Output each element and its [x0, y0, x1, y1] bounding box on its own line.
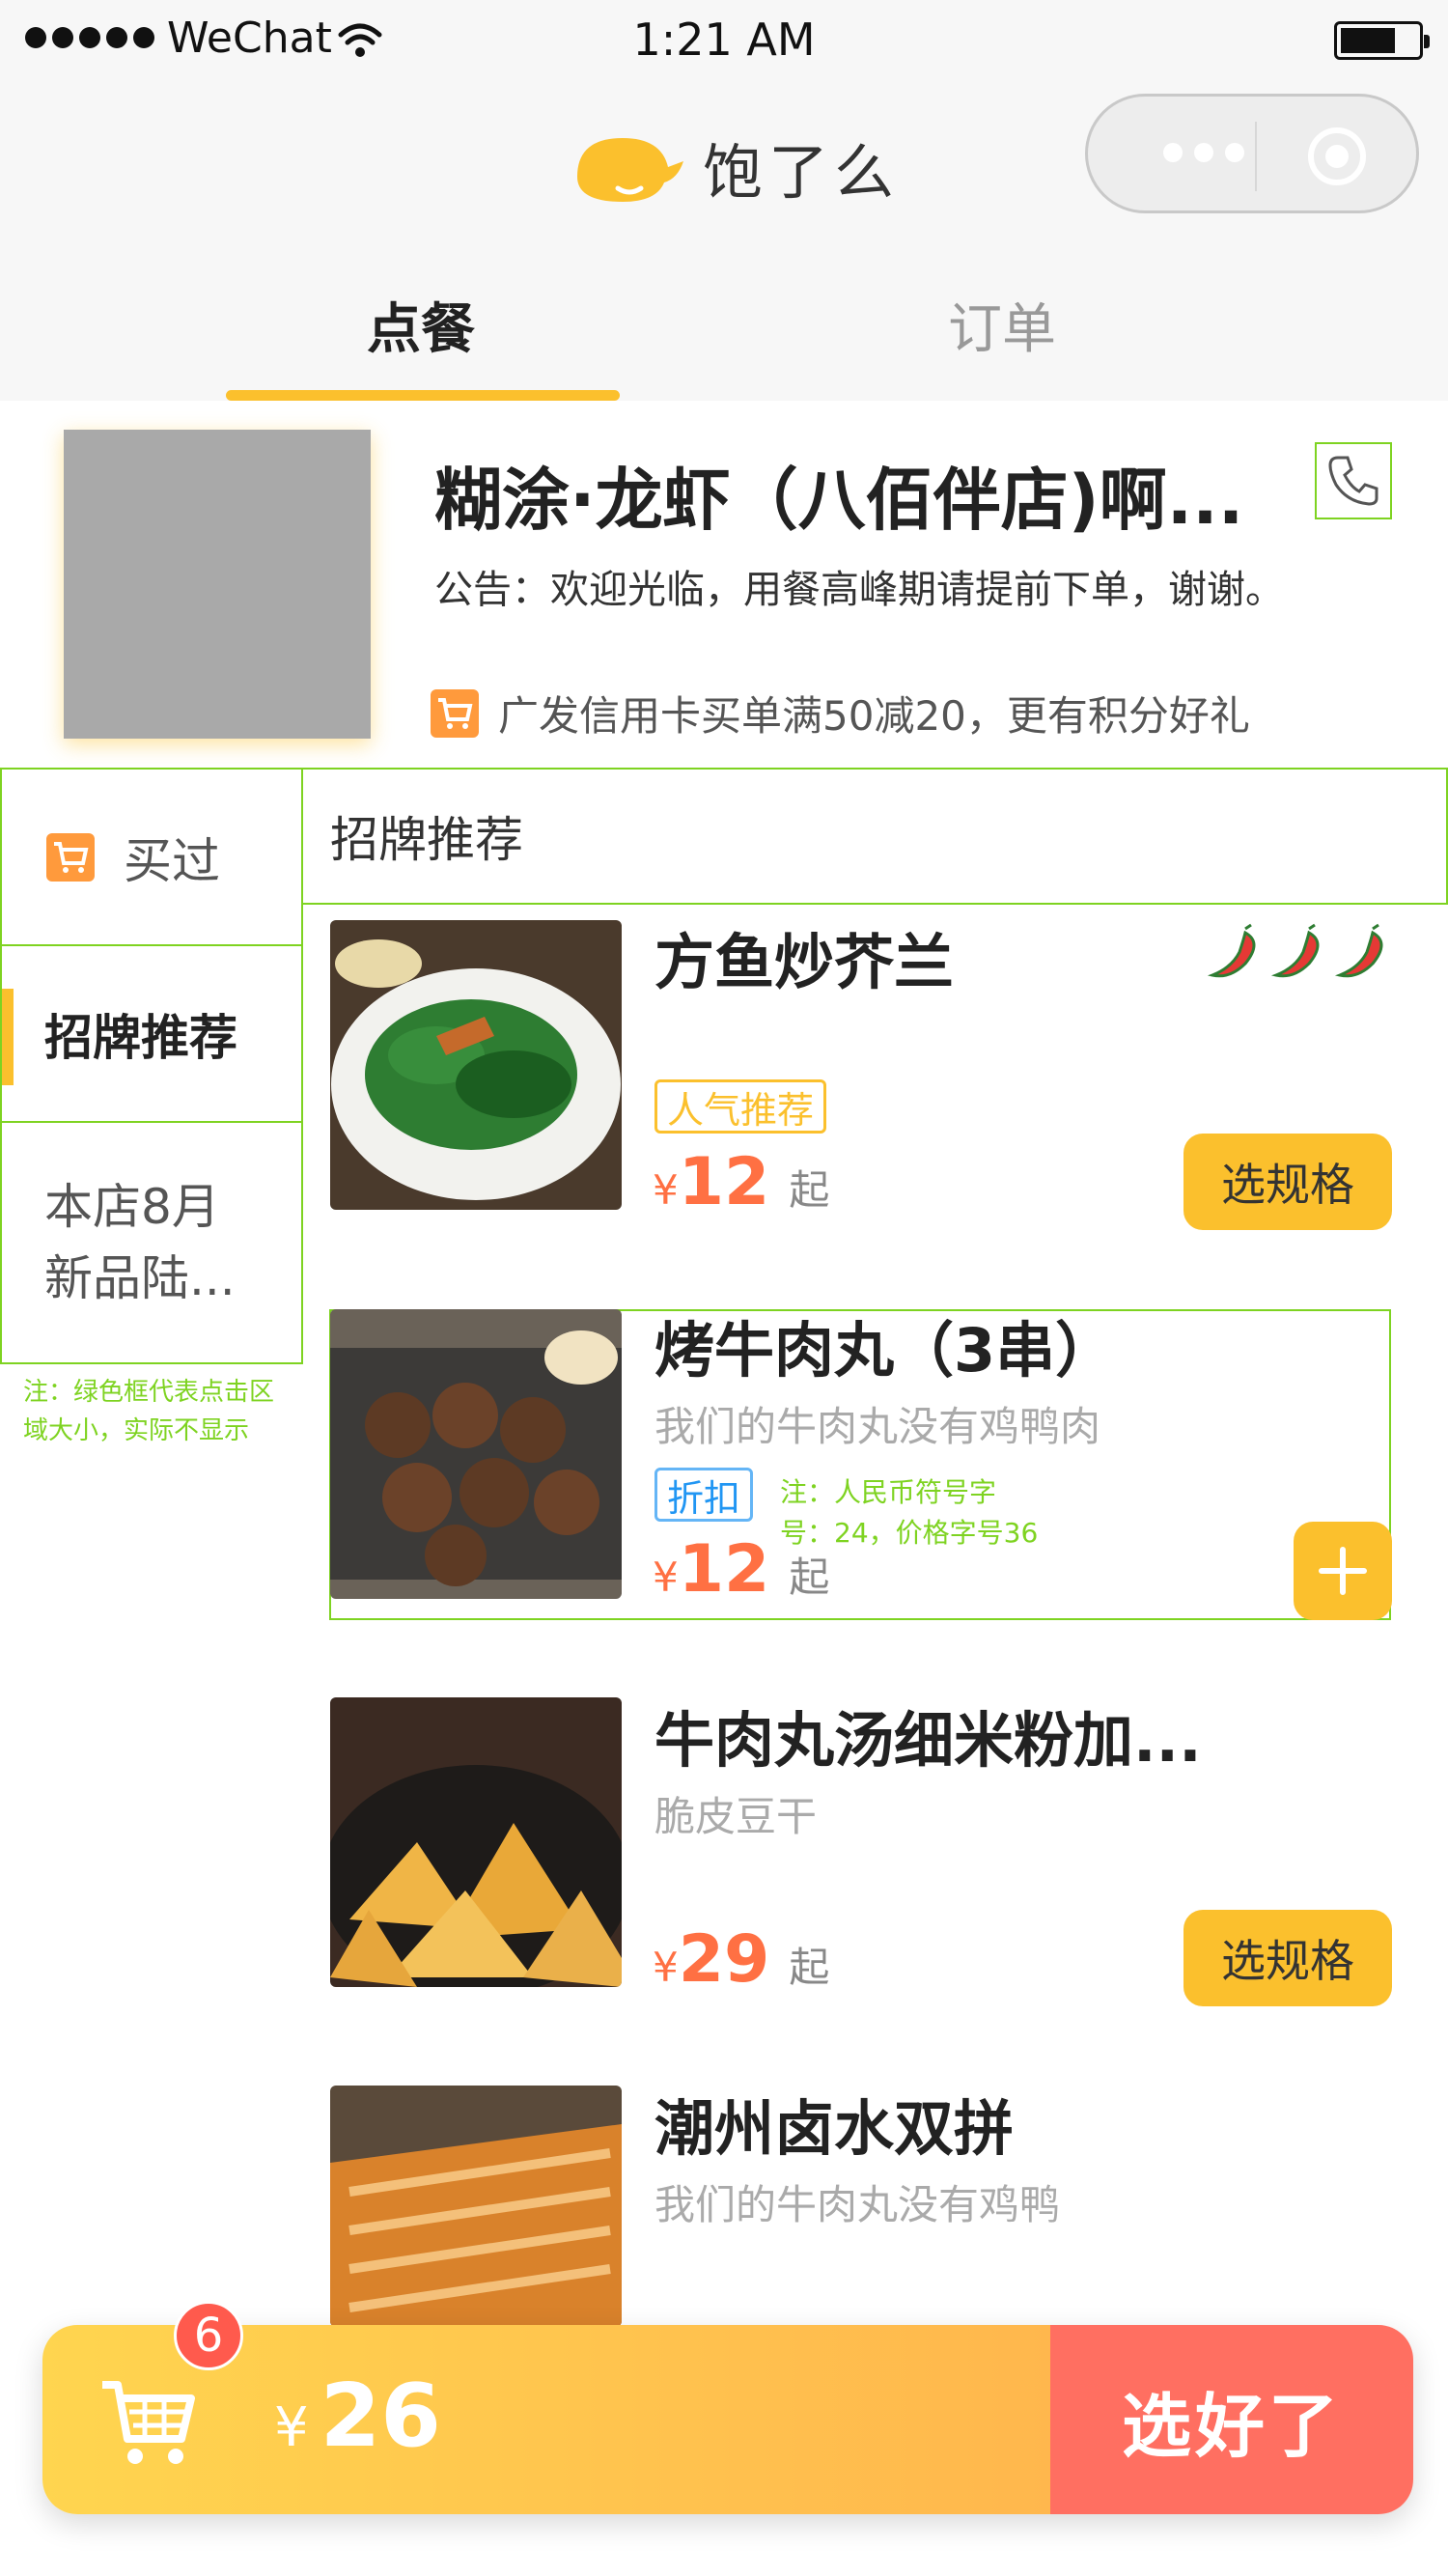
- dish-price: ¥12 起: [653, 1531, 829, 1608]
- discount-tag: 折扣: [654, 1468, 754, 1522]
- dish-desc: 我们的牛肉丸没有鸡鸭: [654, 2181, 1061, 2228]
- app-logo-icon: [577, 138, 683, 202]
- price-currency: ¥: [653, 1944, 679, 1991]
- font-size-note-line1: 注：人民币符号字: [780, 1476, 997, 1508]
- dish-desc: 我们的牛肉丸没有鸡鸭肉: [654, 1403, 1101, 1450]
- chili-icon: [1270, 923, 1320, 978]
- dish-image[interactable]: [330, 920, 622, 1210]
- shop-notice: 公告：欢迎光临，用餐高峰期请提前下单，谢谢。: [434, 568, 1284, 612]
- shopping-cart-icon: [102, 2381, 195, 2464]
- add-to-cart-button[interactable]: [1294, 1522, 1392, 1620]
- promo-text: 广发信用卡买单满50减20，更有积分好礼: [498, 692, 1250, 740]
- shop-name: 糊涂·龙虾（八佰伴店)啊...: [434, 461, 1244, 540]
- checkout-button[interactable]: 选好了: [1050, 2325, 1413, 2514]
- capsule-divider: [1255, 122, 1257, 191]
- price-value: 12: [678, 1531, 770, 1608]
- dish-desc: 脆皮豆干: [654, 1793, 818, 1840]
- more-icon[interactable]: [1163, 143, 1244, 162]
- tab-order-food[interactable]: 点餐: [367, 286, 475, 364]
- miniprogram-capsule[interactable]: [1085, 94, 1419, 213]
- battery-icon: [1334, 21, 1430, 60]
- dish-name: 烤牛肉丸（3串）: [654, 1315, 1116, 1386]
- price-suffix: 起: [789, 1944, 830, 1991]
- promo-cart-icon: [431, 688, 479, 738]
- dish-price: ¥29 起: [653, 1921, 829, 1998]
- price-suffix: 起: [789, 1554, 830, 1601]
- tab-bar: 点餐 订单: [0, 270, 1448, 401]
- sidebar-item-purchased[interactable]: 买过: [0, 768, 303, 946]
- dish-name: 潮州卤水双拼: [654, 2093, 1015, 2164]
- promo-line: 广发信用卡买单满50减20，更有积分好礼: [431, 684, 1250, 742]
- dish-image[interactable]: [330, 1697, 622, 1987]
- sidebar-item-label: 买过: [124, 832, 220, 889]
- price-suffix: 起: [789, 1166, 830, 1214]
- chili-icon: [1334, 923, 1383, 978]
- app-name: 饱了么: [703, 137, 901, 208]
- cart-icon: [46, 832, 95, 882]
- dish-name: 方鱼炒芥兰: [654, 927, 955, 997]
- dish-price: ¥12 起: [653, 1144, 829, 1220]
- hitbox-note: 注：绿色框代表点击区域大小，实际不显示: [23, 1378, 275, 1445]
- sidebar-item-signature[interactable]: 招牌推荐: [0, 944, 303, 1123]
- sidebar-item-label: 招牌推荐: [44, 1009, 237, 1066]
- select-spec-button[interactable]: 选规格: [1183, 1134, 1392, 1230]
- tab-orders[interactable]: 订单: [948, 286, 1056, 364]
- close-miniprogram-icon[interactable]: [1308, 127, 1366, 185]
- select-spec-button[interactable]: 选规格: [1183, 1910, 1392, 2006]
- dish-image[interactable]: [330, 1309, 622, 1599]
- section-title: 招牌推荐: [301, 768, 1448, 905]
- price-value: 12: [678, 1144, 770, 1220]
- phone-icon: [1328, 456, 1378, 506]
- popular-tag: 人气推荐: [654, 1079, 827, 1134]
- status-time: 1:21 AM: [632, 14, 816, 66]
- cart-count-badge: 6: [174, 2301, 243, 2370]
- sidebar-item-label-line1: 本店8月: [44, 1179, 220, 1235]
- app-title: 饱了么: [570, 124, 900, 210]
- chili-icon: [1207, 923, 1256, 978]
- phone-button[interactable]: [1315, 442, 1392, 519]
- shop-image: [64, 430, 371, 739]
- cart-bar: ¥26 选好了: [42, 2325, 1413, 2514]
- price-currency: ¥: [653, 1554, 679, 1601]
- cart-currency: ¥: [274, 2396, 309, 2459]
- price-value: 29: [678, 1921, 770, 1998]
- sidebar-item-label-line2: 新品陆...: [44, 1250, 236, 1306]
- sidebar-item-august-new[interactable]: 本店8月 新品陆...: [0, 1121, 303, 1364]
- status-bar: WeChat 1:21 AM: [0, 0, 1448, 83]
- dish-name: 牛肉丸汤细米粉加...: [654, 1705, 1202, 1776]
- top-bar: WeChat 1:21 AM 饱了么 点餐 订单: [0, 0, 1448, 401]
- plus-icon: [1319, 1547, 1367, 1595]
- cart-amount: 26: [320, 2366, 441, 2467]
- tab-indicator: [226, 390, 620, 401]
- dish-image[interactable]: [330, 2086, 622, 2327]
- cart-total: ¥26: [274, 2366, 441, 2467]
- price-currency: ¥: [653, 1166, 679, 1214]
